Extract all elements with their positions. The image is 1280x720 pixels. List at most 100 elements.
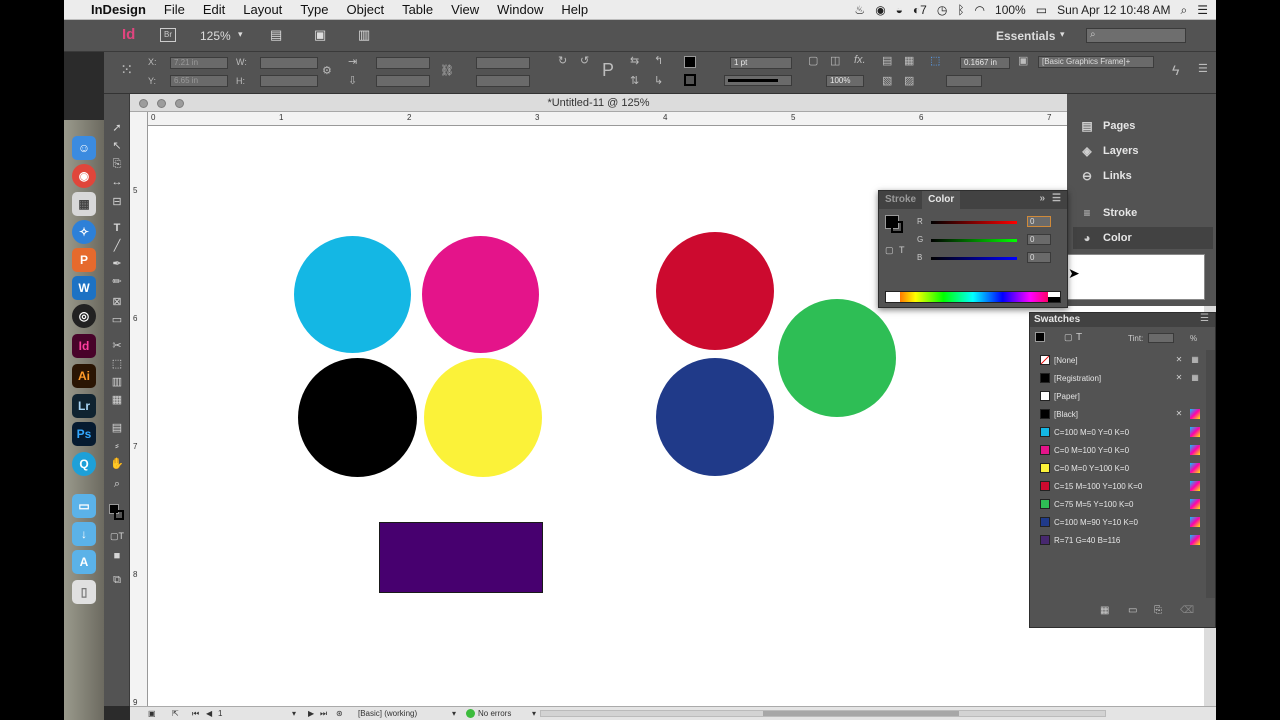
horizontal-scrollbar[interactable]	[540, 710, 1106, 717]
constrain-scale-icon[interactable]: ⛓	[440, 64, 454, 77]
hand-tool-icon[interactable]: ✋	[108, 456, 126, 472]
dock-item-links[interactable]: ⊖ Links	[1073, 165, 1213, 187]
scale-y-icon[interactable]: ⇩	[348, 74, 357, 87]
object-style-icon[interactable]: ▣	[1018, 54, 1028, 67]
preflight-errors[interactable]: No errors	[478, 709, 511, 718]
swatch-text-icon[interactable]: T	[1076, 332, 1082, 343]
text-wrap-box-icon[interactable]: ▦	[904, 54, 914, 67]
screen-mode-icon[interactable]: ▣	[314, 27, 326, 43]
safari-icon[interactable]: ✧	[72, 220, 96, 244]
open-page-icon[interactable]: ⇱	[172, 709, 179, 718]
new-swatch-icon[interactable]: ⎘	[1154, 605, 1162, 616]
select-container-icon[interactable]: P	[602, 60, 614, 81]
wifi-icon[interactable]: ◠	[975, 3, 985, 17]
quicktime-icon[interactable]: Q	[72, 452, 96, 476]
menu-app-name[interactable]: InDesign	[82, 2, 155, 17]
menu-file[interactable]: File	[155, 2, 194, 17]
panel-menu-icon[interactable]: ☰	[1052, 193, 1061, 204]
gradient-swatch-tool-icon[interactable]: ▥	[108, 374, 126, 390]
scale-x-icon[interactable]: ⇥	[348, 55, 357, 68]
indesign-dock-icon[interactable]: Id	[72, 334, 96, 358]
errors-dropdown-icon[interactable]: ▾	[532, 709, 536, 718]
zoom-dropdown-chevron-icon[interactable]: ▾	[238, 29, 243, 40]
menu-type[interactable]: Type	[291, 2, 337, 17]
swatch-row[interactable]: C=0 M=0 Y=100 K=0	[1040, 459, 1200, 477]
scissors-tool-icon[interactable]: ✂	[108, 338, 126, 354]
screen-mode-tool-icon[interactable]: ⧉	[108, 572, 126, 588]
swatches-title[interactable]: Swatches	[1034, 314, 1080, 325]
workspace-chevron-icon[interactable]: ▾	[1060, 29, 1065, 40]
shear-field[interactable]	[476, 75, 530, 87]
object-style-select[interactable]: [Basic Graphics Frame]+	[1038, 56, 1154, 68]
swatch-container-icon[interactable]: ▢	[1064, 332, 1073, 343]
previous-page-icon[interactable]: ◀	[206, 709, 212, 718]
cyan-circle[interactable]	[294, 236, 411, 353]
tab-stroke[interactable]: Stroke	[879, 191, 922, 209]
powerpoint-icon[interactable]: P	[72, 248, 96, 272]
lightning-icon[interactable]: ϟ	[1172, 62, 1179, 78]
width-field[interactable]	[260, 57, 318, 69]
none-color-icon[interactable]	[886, 292, 900, 302]
applications-folder-icon[interactable]: A	[72, 550, 96, 574]
scale-y-field[interactable]	[376, 75, 430, 87]
red-value-field[interactable]: 0	[1027, 216, 1051, 227]
green-slider[interactable]	[931, 239, 1017, 242]
select-previous-icon[interactable]: ↰	[654, 54, 663, 67]
preflight-profile-icon[interactable]: ⊛	[336, 709, 343, 718]
menu-view[interactable]: View	[442, 2, 488, 17]
formatting-affects-container-icon[interactable]: ▢T	[108, 528, 126, 544]
swatch-fill-proxy[interactable]	[1035, 332, 1045, 342]
launchpad-icon[interactable]: ▦	[72, 192, 96, 216]
record-icon[interactable]: ◉	[875, 3, 885, 17]
trash-icon[interactable]: ▯	[72, 580, 96, 604]
menu-edit[interactable]: Edit	[194, 2, 234, 17]
frame-offset-field[interactable]: 0.1667 in	[960, 57, 1010, 69]
green-circle[interactable]	[778, 299, 896, 417]
pen-tool-icon[interactable]: ✒	[108, 256, 126, 272]
free-transform-tool-icon[interactable]: ⬚	[108, 356, 126, 372]
blue-slider[interactable]	[931, 257, 1017, 260]
red-slider[interactable]	[931, 221, 1017, 224]
finder-icon[interactable]: ☺	[72, 136, 96, 160]
corner-option-field[interactable]	[946, 75, 982, 87]
notification-bell-icon[interactable]: ♨	[854, 3, 865, 17]
close-window-button[interactable]	[139, 99, 148, 108]
gradient-feather-tool-icon[interactable]: ▦	[108, 392, 126, 408]
workspace-switcher[interactable]: Essentials	[996, 29, 1055, 43]
rectangle-frame-tool-icon[interactable]: ⊠	[108, 294, 126, 310]
text-wrap-none-icon[interactable]: ▤	[882, 54, 892, 67]
page-number-field[interactable]: 1	[218, 709, 222, 718]
minimize-window-button[interactable]	[157, 99, 166, 108]
gap-tool-icon[interactable]: ↔	[108, 174, 126, 190]
flip-horizontal-icon[interactable]: ⇆	[630, 54, 639, 67]
bridge-button[interactable]: Br	[160, 28, 176, 42]
word-icon[interactable]: W	[72, 276, 96, 300]
swatch-row[interactable]: [Black] ✕	[1040, 405, 1200, 423]
last-page-icon[interactable]: ⏭	[320, 709, 327, 719]
tab-color[interactable]: Color	[922, 191, 961, 209]
dock-item-stroke[interactable]: ≡ Stroke	[1073, 202, 1213, 224]
notification-center-icon[interactable]: ☰	[1197, 3, 1208, 17]
selection-tool-icon[interactable]: ➚	[108, 120, 126, 136]
menu-table[interactable]: Table	[393, 2, 442, 17]
y-position-field[interactable]: 6.65 in	[170, 75, 228, 87]
profile-dropdown-icon[interactable]: ▾	[452, 709, 456, 718]
swatches-scrollbar[interactable]	[1206, 350, 1215, 598]
zoom-level[interactable]: 125%	[200, 29, 231, 43]
swatch-row[interactable]: C=100 M=0 Y=0 K=0	[1040, 423, 1200, 441]
downloads-folder-icon[interactable]: ↓	[72, 522, 96, 546]
menu-window[interactable]: Window	[488, 2, 552, 17]
swatches-menu-icon[interactable]: ☰	[1200, 313, 1209, 324]
lightroom-icon[interactable]: Lr	[72, 394, 96, 418]
menu-help[interactable]: Help	[552, 2, 597, 17]
dock-item-layers[interactable]: ◈ Layers	[1073, 140, 1213, 162]
text-icon[interactable]: T	[899, 245, 905, 255]
delete-swatch-icon[interactable]: ⌫	[1180, 605, 1194, 616]
purple-rectangle[interactable]	[379, 522, 543, 593]
content-collector-icon[interactable]: ⊟	[108, 194, 126, 210]
new-color-group-icon[interactable]: ▭	[1128, 605, 1137, 616]
rotate-ccw-icon[interactable]: ↺	[580, 54, 589, 67]
rotate-cw-icon[interactable]: ↻	[558, 54, 567, 67]
constrain-proportions-icon[interactable]: ⚙	[322, 64, 332, 77]
rectangle-tool-icon[interactable]: ▭	[108, 312, 126, 328]
